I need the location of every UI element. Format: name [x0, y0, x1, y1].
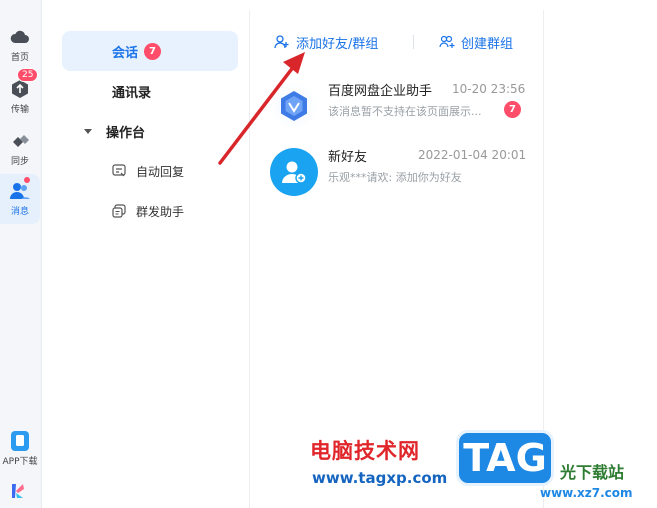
menu-contacts-label: 通讯录 — [112, 85, 152, 101]
messages-dot — [24, 177, 30, 183]
menu-console-label: 操作台 — [106, 125, 146, 141]
chat-unread-badge: 7 — [144, 42, 162, 60]
rail-label-app-download: APP下载 — [2, 457, 38, 467]
left-rail: 首页 25 传输 同步 消息 APP下载 — [0, 0, 42, 508]
menu-auto-reply-label: 自动回复 — [136, 164, 185, 179]
conversation-time: 10-20 23:56 — [452, 82, 526, 96]
rail-item-app-download[interactable]: APP下载 — [0, 424, 40, 470]
message-menu: 会话 7 通讯录 操作台 自动回复 群发助手 — [50, 10, 250, 508]
menu-item-chat[interactable]: 会话 7 — [62, 31, 238, 71]
sync-icon — [9, 130, 31, 152]
conversation-unread-badge: 7 — [504, 101, 521, 118]
auto-reply-icon — [112, 164, 126, 178]
mass-send-icon — [112, 204, 126, 218]
create-group-button[interactable]: 创建群组 — [439, 30, 513, 54]
add-friend-group-button[interactable]: 添加好友/群组 — [274, 30, 378, 54]
conversation-preview: 乐观***请欢: 添加你为好友 — [328, 171, 462, 184]
rail-label-home: 首页 — [10, 53, 29, 63]
add-user-icon — [274, 34, 290, 50]
rail-item-sync[interactable]: 同步 — [0, 124, 40, 170]
caret-down-icon — [84, 128, 92, 134]
new-friend-avatar — [270, 148, 318, 196]
menu-chat-label: 会话 — [112, 45, 139, 61]
phone-icon — [9, 430, 31, 452]
menu-item-console[interactable]: 操作台 — [62, 111, 145, 151]
conversation-name: 新好友 — [328, 150, 368, 165]
menu-mass-send-label: 群发助手 — [136, 204, 185, 219]
panel-actions: 添加好友/群组 创建群组 — [250, 30, 544, 54]
menu-item-mass-send[interactable]: 群发助手 — [112, 196, 184, 226]
conversation-time: 2022-01-04 20:01 — [418, 148, 527, 162]
add-friend-group-label: 添加好友/群组 — [296, 36, 379, 52]
menu-item-auto-reply[interactable]: 自动回复 — [112, 156, 184, 186]
rail-label-messages: 消息 — [10, 207, 29, 217]
cloud-icon — [9, 26, 31, 48]
watermark-site-name: 电脑技术网 — [310, 439, 420, 463]
watermark-download-url: www.xz7.com — [540, 486, 633, 500]
transfer-badge: 25 — [17, 68, 39, 82]
watermark-site-url: www.tagxp.com — [312, 469, 448, 487]
conversation-item[interactable]: 新好友 2022-01-04 20:01 乐观***请欢: 添加你为好友 — [264, 140, 542, 204]
watermark-download-site: 光下载站 — [560, 463, 625, 482]
actions-divider — [413, 35, 414, 49]
conversation-name: 百度网盘企业助手 — [328, 84, 433, 99]
conversation-item[interactable]: 百度网盘企业助手 10-20 23:56 该消息暂不支持在该页面展示... 7 — [264, 74, 542, 138]
rail-item-home[interactable]: 首页 — [0, 20, 40, 66]
message-icon — [9, 180, 31, 202]
watermark-tag-logo: TAG — [456, 430, 554, 486]
create-group-icon — [439, 34, 455, 50]
brand-logo-icon — [9, 482, 27, 504]
rail-label-sync: 同步 — [10, 157, 29, 167]
rail-item-messages[interactable]: 消息 — [0, 174, 40, 224]
rail-label-transfer: 传输 — [10, 105, 29, 115]
rail-item-transfer[interactable]: 25 传输 — [0, 68, 40, 118]
menu-item-contacts[interactable]: 通讯录 — [62, 71, 151, 111]
assistant-avatar — [270, 82, 318, 130]
create-group-label: 创建群组 — [461, 36, 514, 52]
conversation-preview: 该消息暂不支持在该页面展示... — [328, 105, 482, 118]
